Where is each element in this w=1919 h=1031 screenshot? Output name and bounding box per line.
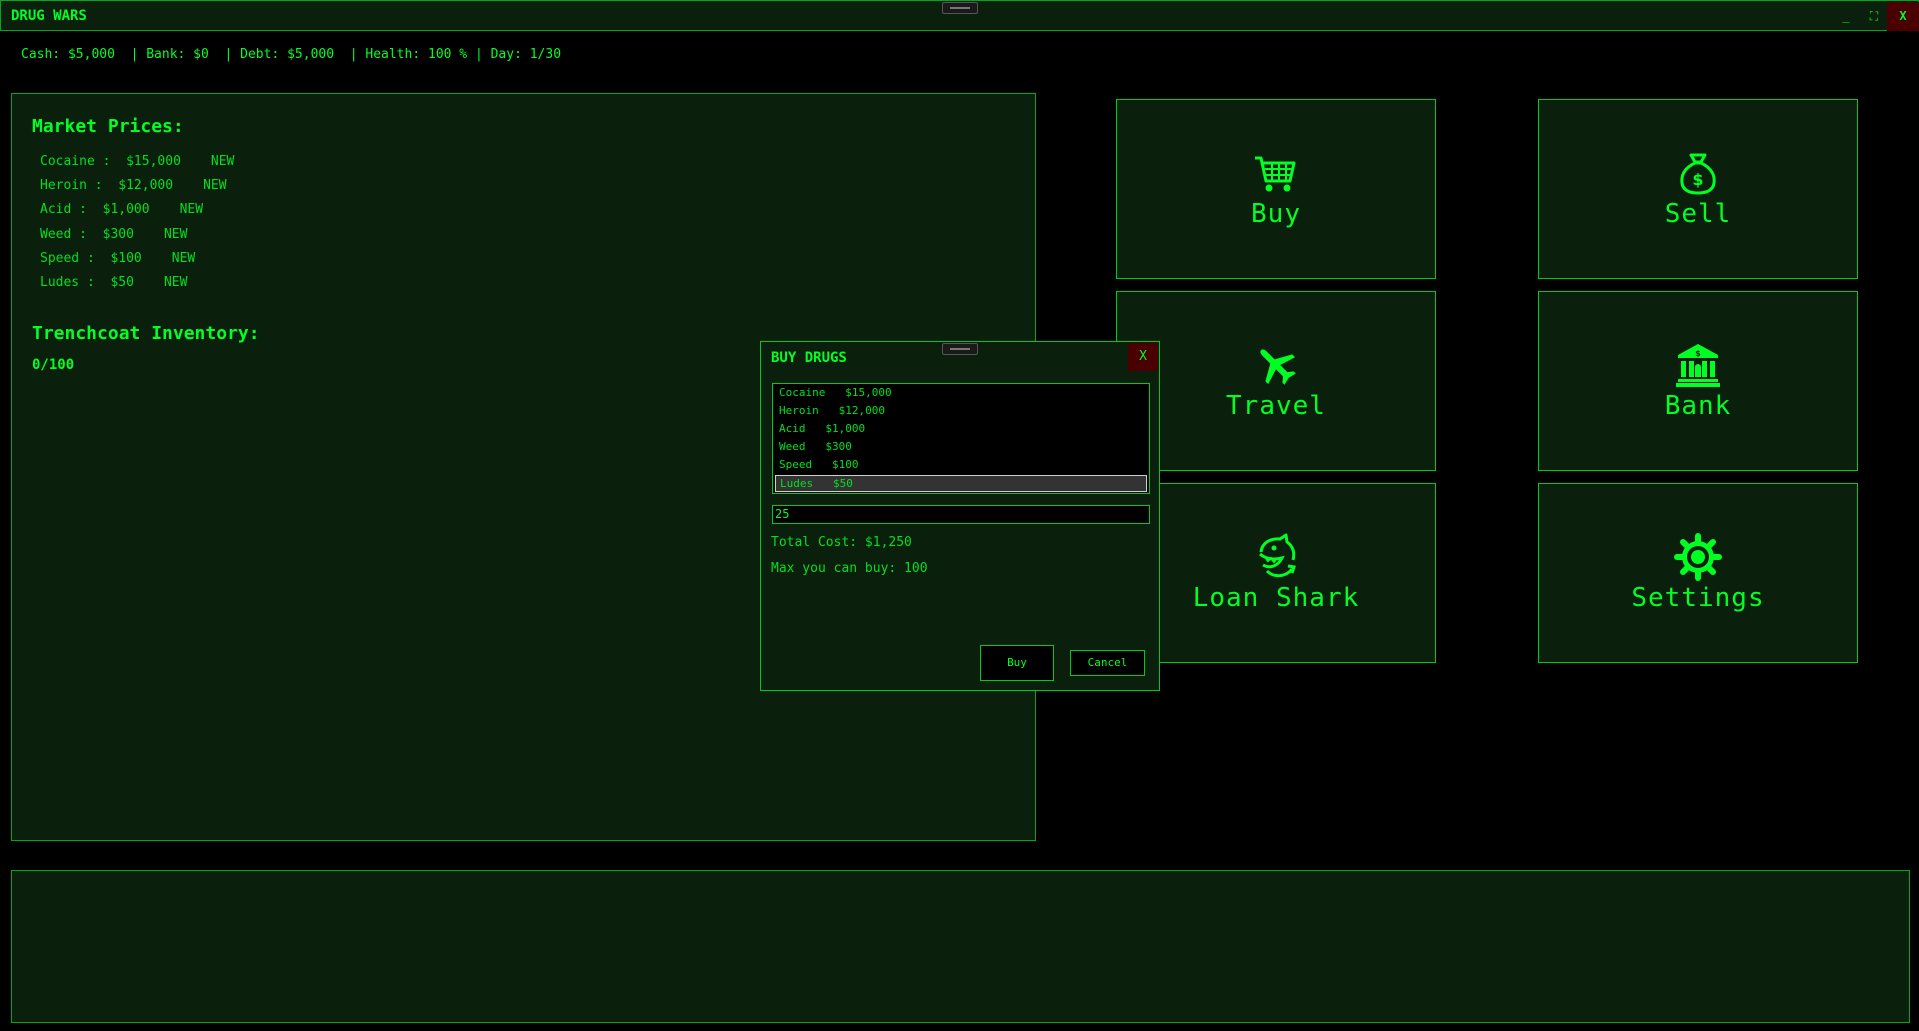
market-price-row: Weed : $300 NEW [40, 227, 187, 242]
list-item-name: Weed [779, 440, 806, 453]
list-item-name: Heroin [779, 404, 819, 417]
list-item-name: Speed [779, 458, 813, 471]
inventory-heading: Trenchcoat Inventory: [32, 323, 260, 344]
shark-icon [1259, 533, 1296, 578]
list-item[interactable]: Heroin $12,000 [775, 403, 1147, 420]
dialog-title: BUY DRUGS [771, 350, 847, 366]
list-item[interactable]: Cocaine $15,000 [775, 385, 1147, 402]
travel-action-button[interactable]: Travel [1116, 291, 1436, 471]
bank-building-icon: $ [1676, 344, 1720, 387]
travel-action-label: Travel [1226, 391, 1326, 421]
loan-shark-action-label: Loan Shark [1192, 583, 1360, 613]
list-item-price: $1,000 [825, 422, 866, 435]
money-bag-icon: $ [1680, 153, 1716, 195]
inventory-count: 0/100 [32, 357, 75, 373]
drug-name: Weed : [40, 227, 87, 242]
cancel-button[interactable]: Cancel [1070, 650, 1145, 676]
close-window-button[interactable]: X [1887, 2, 1919, 31]
airplane-icon [1260, 349, 1296, 385]
list-item[interactable]: Speed $100 [775, 457, 1147, 474]
drug-name: Speed : [40, 251, 95, 266]
settings-action-label: Settings [1631, 583, 1765, 613]
list-item-name: Ludes [780, 477, 814, 490]
drug-price: $50 [110, 275, 134, 290]
confirm-buy-button[interactable]: Buy [980, 645, 1054, 681]
list-item-name: Cocaine [779, 386, 826, 399]
list-item[interactable]: Acid $1,000 [775, 421, 1147, 438]
svg-text:$: $ [1692, 170, 1703, 189]
list-item[interactable]: Weed $300 [775, 439, 1147, 456]
drug-listbox[interactable]: Cocaine $15,000 Heroin $12,000 Acid $1,0… [772, 383, 1150, 494]
bank-action-label: Bank [1664, 391, 1732, 421]
drug-name: Acid : [40, 202, 87, 217]
total-cost-label: Total Cost: $1,250 [771, 535, 912, 550]
list-item-selected[interactable]: Ludes $50 [775, 475, 1147, 492]
market-price-row: Cocaine : $15,000 NEW [40, 154, 234, 169]
dialog-drag-handle[interactable] [942, 343, 978, 355]
window-title: DRUG WARS [11, 8, 87, 24]
drug-price: $100 [110, 251, 142, 266]
drug-price: $15,000 [126, 154, 181, 169]
market-price-row: Acid : $1,000 NEW [40, 202, 203, 217]
new-badge: NEW [203, 178, 227, 193]
market-price-row: Ludes : $50 NEW [40, 275, 187, 290]
list-item-price: $50 [833, 477, 853, 490]
list-item-price: $15,000 [845, 386, 892, 399]
list-item-price: $300 [825, 440, 852, 453]
loan-shark-action-button[interactable]: Loan Shark [1116, 483, 1436, 663]
market-price-row: Heroin : $12,000 NEW [40, 178, 227, 193]
sell-action-label: Sell [1664, 199, 1732, 229]
quantity-input[interactable]: 25 [772, 505, 1150, 524]
new-badge: NEW [163, 275, 188, 290]
sell-action-button[interactable]: $ Sell [1538, 99, 1858, 279]
buy-action-button[interactable]: Buy [1116, 99, 1436, 279]
buy-drugs-dialog: BUY DRUGS X Cocaine $15,000 Heroin $12,0… [760, 341, 1160, 691]
title-bar: DRUG WARS _ ⛶ X [0, 0, 1919, 31]
settings-action-button[interactable]: Settings [1538, 483, 1858, 663]
new-badge: NEW [171, 251, 196, 266]
message-log-panel [11, 870, 1910, 1023]
bank-action-button[interactable]: $ Bank [1538, 291, 1858, 471]
list-item-price: $12,000 [838, 404, 885, 417]
new-badge: NEW [163, 227, 188, 242]
shopping-cart-icon [1255, 156, 1296, 192]
drug-price: $300 [102, 227, 134, 242]
drug-name: Heroin : [40, 178, 103, 193]
buy-action-label: Buy [1251, 199, 1301, 229]
svg-text:$: $ [1695, 349, 1701, 358]
drug-name: Ludes : [40, 275, 95, 290]
window-drag-handle[interactable] [942, 2, 978, 14]
new-badge: NEW [179, 202, 204, 217]
status-bar: Cash: $5,000 | Bank: $0 | Debt: $5,000 |… [21, 47, 562, 62]
drug-price: $12,000 [118, 178, 174, 193]
new-badge: NEW [210, 154, 235, 169]
dialog-close-button[interactable]: X [1128, 343, 1158, 371]
market-prices-heading: Market Prices: [32, 116, 184, 137]
list-item-name: Acid [779, 422, 806, 435]
max-buy-label: Max you can buy: 100 [771, 561, 928, 576]
drug-name: Cocaine : [40, 154, 111, 169]
list-item-price: $100 [832, 458, 859, 471]
gear-icon [1674, 533, 1722, 581]
maximize-button[interactable]: ⛶ [1858, 2, 1890, 31]
market-price-row: Speed : $100 NEW [40, 251, 195, 266]
drug-price: $1,000 [102, 202, 150, 217]
